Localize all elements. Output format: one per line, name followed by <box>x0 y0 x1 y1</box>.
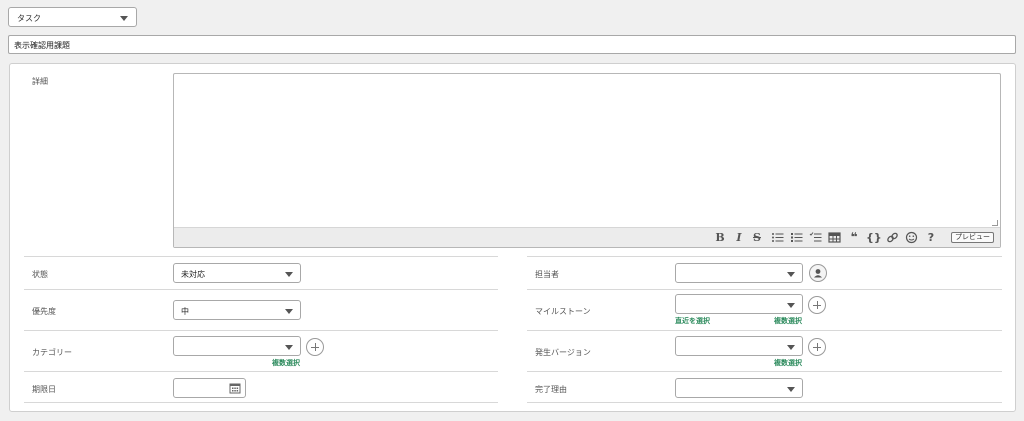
resize-handle-icon[interactable] <box>992 220 998 226</box>
divider <box>527 402 1002 403</box>
issue-form-panel: 詳細 B I S ❝ {} ? プレビュー 状態 未対応 優先度 中 カテゴリー… <box>9 63 1016 412</box>
user-icon <box>814 269 822 278</box>
resolution-label: 完了理由 <box>535 385 567 394</box>
add-category-button[interactable] <box>306 338 324 356</box>
quote-icon[interactable]: ❝ <box>848 231 860 244</box>
checklist-icon[interactable] <box>809 231 822 244</box>
details-editor[interactable]: B I S ❝ {} ? プレビュー <box>173 73 1001 248</box>
resolution-select[interactable] <box>675 378 803 398</box>
divider <box>527 330 1002 331</box>
status-value: 未対応 <box>181 270 205 279</box>
priority-label: 優先度 <box>32 307 56 316</box>
divider <box>24 289 498 290</box>
divider <box>24 371 498 372</box>
chevron-down-icon <box>285 345 293 350</box>
category-label: カテゴリー <box>32 348 72 357</box>
assignee-select[interactable] <box>675 263 803 283</box>
strikethrough-icon[interactable]: S <box>751 231 763 244</box>
milestone-select[interactable] <box>675 294 803 314</box>
milestone-label: マイルストーン <box>535 307 591 316</box>
due-date-input[interactable] <box>173 378 246 398</box>
code-braces-icon[interactable]: {} <box>866 231 882 244</box>
assignee-label: 担当者 <box>535 270 559 279</box>
chevron-down-icon <box>787 387 795 392</box>
summary-input[interactable]: 表示確認用課題 <box>8 35 1016 54</box>
milestone-recent-select-link[interactable]: 直近を選択 <box>675 316 710 326</box>
calendar-icon[interactable] <box>229 382 241 396</box>
details-label: 詳細 <box>32 77 48 86</box>
table-icon[interactable] <box>828 231 841 244</box>
divider <box>24 402 498 403</box>
divider <box>527 371 1002 372</box>
milestone-multi-select-link[interactable]: 複数選択 <box>774 316 802 326</box>
assign-to-me-button[interactable] <box>809 264 827 282</box>
category-select[interactable] <box>173 336 301 356</box>
issue-type-value: タスク <box>17 14 41 23</box>
category-multi-select-link[interactable]: 複数選択 <box>272 358 300 368</box>
divider <box>24 330 498 331</box>
divider <box>527 289 1002 290</box>
version-label: 発生バージョン <box>535 348 591 357</box>
version-multi-select-link[interactable]: 複数選択 <box>774 358 802 368</box>
plus-icon-stroke <box>315 343 316 351</box>
issue-type-select[interactable]: タスク <box>8 7 137 27</box>
due-date-label: 期限日 <box>32 385 56 394</box>
italic-icon[interactable]: I <box>733 231 745 244</box>
editor-toolbar: B I S ❝ {} ? プレビュー <box>174 227 1000 247</box>
chevron-down-icon <box>787 303 795 308</box>
chevron-down-icon <box>285 309 293 314</box>
chevron-down-icon <box>787 272 795 277</box>
summary-value: 表示確認用課題 <box>14 41 70 50</box>
chevron-down-icon <box>120 16 128 21</box>
divider <box>24 256 498 257</box>
preview-button[interactable]: プレビュー <box>951 232 994 243</box>
priority-select[interactable]: 中 <box>173 300 301 320</box>
status-label: 状態 <box>32 270 48 279</box>
bold-icon[interactable]: B <box>714 231 726 244</box>
priority-value: 中 <box>181 307 189 316</box>
chevron-down-icon <box>285 272 293 277</box>
divider <box>527 256 1002 257</box>
emoji-icon[interactable] <box>905 231 918 244</box>
link-icon[interactable] <box>886 231 899 244</box>
bullet-list-icon[interactable] <box>771 231 784 244</box>
version-select[interactable] <box>675 336 803 356</box>
add-version-button[interactable] <box>808 338 826 356</box>
numbered-list-icon[interactable] <box>790 231 803 244</box>
status-select[interactable]: 未対応 <box>173 263 301 283</box>
add-milestone-button[interactable] <box>808 296 826 314</box>
help-icon[interactable]: ? <box>925 231 937 244</box>
plus-icon-stroke <box>817 343 818 351</box>
plus-icon-stroke <box>817 301 818 309</box>
chevron-down-icon <box>787 345 795 350</box>
